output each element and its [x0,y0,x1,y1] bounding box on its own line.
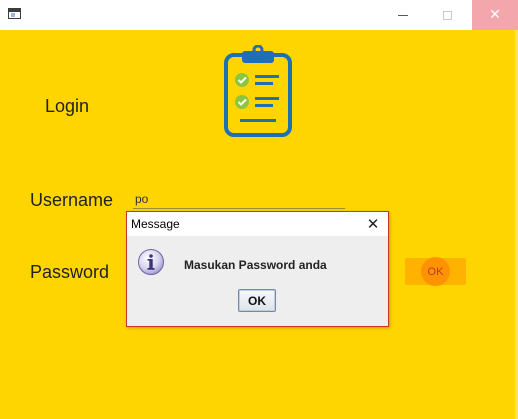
login-ok-label: OK [427,265,444,278]
dialog-titlebar: Message ✕ [127,212,388,236]
maximize-icon [442,10,452,20]
dialog-title: Message [131,217,180,231]
password-label: Password [30,262,110,282]
username-label: Username [30,190,114,210]
message-dialog: Message ✕ Masukan Password anda OK [126,211,389,327]
clipboard-checklist-icon [224,45,292,137]
minimize-button[interactable] [380,0,426,30]
dialog-ok-button[interactable]: OK [238,289,276,312]
maximize-button[interactable] [424,0,470,30]
close-window-button[interactable]: ✕ [472,0,518,30]
app-window-icon [8,8,21,19]
dialog-message: Masukan Password anda [184,258,327,272]
info-icon [138,249,164,275]
login-ok-button[interactable]: OK [405,257,466,286]
login-heading: Login [45,96,90,116]
minimize-icon [398,14,408,16]
window-titlebar: ✕ [0,0,518,30]
close-icon: ✕ [366,215,380,233]
dialog-close-button[interactable]: ✕ [363,214,383,234]
close-icon: ✕ [489,7,501,23]
username-input[interactable] [133,189,345,209]
dialog-ok-label: OK [248,293,266,308]
